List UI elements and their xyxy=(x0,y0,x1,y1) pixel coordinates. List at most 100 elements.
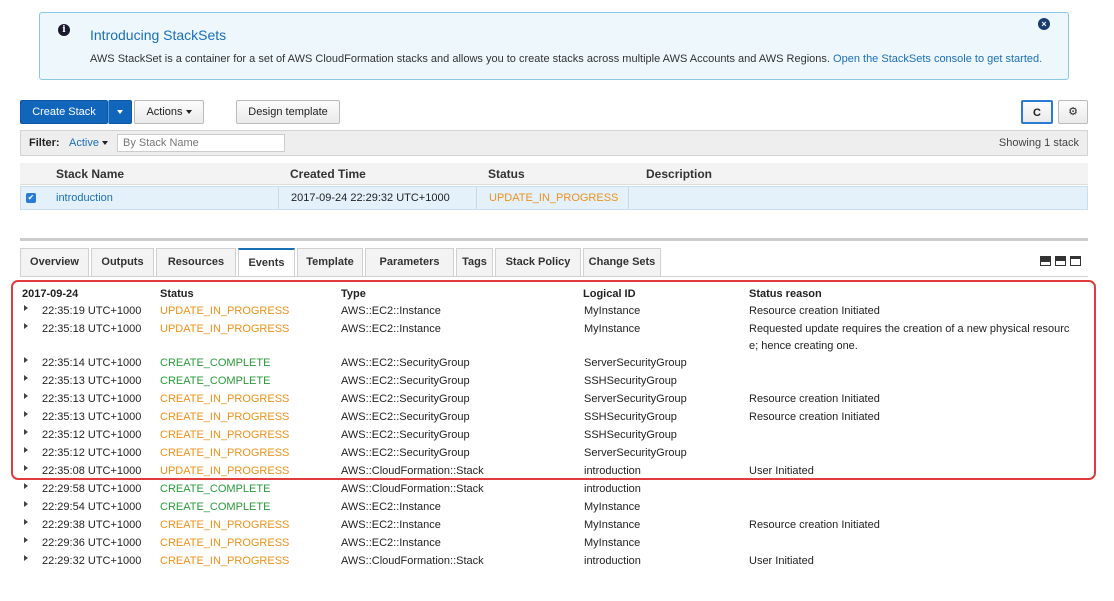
event-logical-id: introduction xyxy=(584,483,641,495)
banner-title: Introducing StackSets xyxy=(90,27,227,43)
event-time: 22:35:13 UTC+1000 xyxy=(42,411,142,423)
event-row[interactable]: 22:35:08 UTC+1000 UPDATE_IN_PROGRESS AWS::… xyxy=(20,465,1090,483)
event-row[interactable]: 22:35:18 UTC+1000 UPDATE_IN_PROGRESS AWS::… xyxy=(20,323,1090,352)
expand-caret-icon[interactable] xyxy=(24,537,28,543)
expand-caret-icon[interactable] xyxy=(24,323,28,329)
actions-label: Actions xyxy=(146,106,183,118)
stack-status: UPDATE_IN_PROGRESS xyxy=(477,187,629,209)
panel-bottom-icon[interactable] xyxy=(1040,256,1051,266)
event-row[interactable]: 22:35:13 UTC+1000 CREATE_COMPLETE AWS::EC2… xyxy=(20,375,1090,393)
filter-status-dropdown[interactable]: Active xyxy=(69,137,108,149)
panel-split-icon[interactable] xyxy=(1055,256,1066,266)
event-status: CREATE_IN_PROGRESS xyxy=(160,447,290,459)
tab-change-sets[interactable]: Change Sets xyxy=(583,248,661,276)
event-status: UPDATE_IN_PROGRESS xyxy=(160,323,290,335)
event-type: AWS::EC2::Instance xyxy=(341,519,441,531)
stack-name-link[interactable]: introduction xyxy=(43,187,279,209)
event-type: AWS::EC2::Instance xyxy=(341,323,441,335)
event-logical-id: SSHSecurityGroup xyxy=(584,375,677,387)
expand-caret-icon[interactable] xyxy=(24,447,28,453)
tab-parameters[interactable]: Parameters xyxy=(365,248,454,276)
expand-caret-icon[interactable] xyxy=(24,375,28,381)
stack-created-time: 2017-09-24 22:29:32 UTC+1000 xyxy=(279,187,477,209)
expand-caret-icon[interactable] xyxy=(24,411,28,417)
expand-caret-icon[interactable] xyxy=(24,501,28,507)
stacksets-console-link[interactable]: Open the StackSets console to get starte… xyxy=(833,53,1042,65)
expand-caret-icon[interactable] xyxy=(24,429,28,435)
event-time: 22:35:12 UTC+1000 xyxy=(42,429,142,441)
expand-caret-icon[interactable] xyxy=(24,555,28,561)
col-created-time[interactable]: Created Time xyxy=(290,167,366,181)
event-logical-id: introduction xyxy=(584,555,641,567)
tab-events[interactable]: Events xyxy=(238,248,295,276)
stacksets-banner: i Introducing StackSets AWS StackSet is … xyxy=(39,12,1069,80)
tab-overview[interactable]: Overview xyxy=(20,248,89,276)
event-time: 22:35:13 UTC+1000 xyxy=(42,393,142,405)
panel-resize-handle[interactable] xyxy=(20,238,1088,241)
event-row[interactable]: 22:35:12 UTC+1000 CREATE_IN_PROGRESS AWS::… xyxy=(20,429,1090,447)
tabs-divider xyxy=(20,276,1088,277)
chevron-down-icon xyxy=(117,110,123,115)
col-status[interactable]: Status xyxy=(488,167,525,181)
create-stack-button[interactable]: Create Stack xyxy=(20,100,108,124)
refresh-icon: C xyxy=(1033,107,1041,119)
event-row[interactable]: 22:29:36 UTC+1000 CREATE_IN_PROGRESS AWS::… xyxy=(20,537,1090,555)
expand-caret-icon[interactable] xyxy=(24,483,28,489)
event-row[interactable]: 22:29:54 UTC+1000 CREATE_COMPLETE AWS::EC2… xyxy=(20,501,1090,519)
event-status: CREATE_IN_PROGRESS xyxy=(160,537,290,549)
event-type: AWS::EC2::Instance xyxy=(341,537,441,549)
create-stack-label: Create Stack xyxy=(32,106,96,118)
gear-icon: ⚙ xyxy=(1068,106,1078,118)
event-row[interactable]: 22:35:13 UTC+1000 CREATE_IN_PROGRESS AWS::… xyxy=(20,411,1090,429)
settings-button[interactable]: ⚙ xyxy=(1058,100,1088,124)
tab-stack-policy[interactable]: Stack Policy xyxy=(495,248,581,276)
events-logical-id-header: Logical ID xyxy=(583,288,636,300)
event-reason: User Initiated xyxy=(749,555,814,567)
event-logical-id: ServerSecurityGroup xyxy=(584,393,687,405)
events-status-header: Status xyxy=(160,288,194,300)
expand-caret-icon[interactable] xyxy=(24,357,28,363)
panel-top-icon[interactable] xyxy=(1070,256,1081,266)
stack-name-filter-input[interactable] xyxy=(117,134,285,152)
event-row[interactable]: 22:29:32 UTC+1000 CREATE_IN_PROGRESS AWS::… xyxy=(20,555,1090,573)
event-row[interactable]: 22:35:19 UTC+1000 UPDATE_IN_PROGRESS AWS::… xyxy=(20,305,1090,323)
event-type: AWS::EC2::Instance xyxy=(341,501,441,513)
event-status: CREATE_IN_PROGRESS xyxy=(160,519,290,531)
event-status: UPDATE_IN_PROGRESS xyxy=(160,305,290,317)
tab-resources[interactable]: Resources xyxy=(156,248,236,276)
event-time: 22:29:54 UTC+1000 xyxy=(42,501,142,513)
expand-caret-icon[interactable] xyxy=(24,465,28,471)
event-row[interactable]: 22:35:12 UTC+1000 CREATE_IN_PROGRESS AWS::… xyxy=(20,447,1090,465)
expand-caret-icon[interactable] xyxy=(24,305,28,311)
create-stack-dropdown-button[interactable] xyxy=(108,100,132,124)
close-icon[interactable]: × xyxy=(1038,18,1050,30)
banner-text: AWS StackSet is a container for a set of… xyxy=(90,53,830,65)
event-row[interactable]: 22:29:58 UTC+1000 CREATE_COMPLETE AWS::Clo… xyxy=(20,483,1090,501)
refresh-button[interactable]: C xyxy=(1021,100,1053,124)
event-time: 22:29:38 UTC+1000 xyxy=(42,519,142,531)
event-time: 22:35:08 UTC+1000 xyxy=(42,465,142,477)
tab-tags[interactable]: Tags xyxy=(456,248,493,276)
tab-template[interactable]: Template xyxy=(297,248,363,276)
events-reason-header: Status reason xyxy=(749,288,822,300)
col-description[interactable]: Description xyxy=(646,167,712,181)
event-reason: Resource creation Initiated xyxy=(749,519,880,531)
expand-caret-icon[interactable] xyxy=(24,393,28,399)
event-row[interactable]: 22:29:38 UTC+1000 CREATE_IN_PROGRESS AWS::… xyxy=(20,519,1090,537)
event-type: AWS::EC2::SecurityGroup xyxy=(341,429,470,441)
tab-outputs[interactable]: Outputs xyxy=(91,248,154,276)
stacks-table-header: Stack Name Created Time Status Descripti… xyxy=(20,163,1088,185)
event-time: 22:35:18 UTC+1000 xyxy=(42,323,142,335)
event-row[interactable]: 22:35:14 UTC+1000 CREATE_COMPLETE AWS::EC2… xyxy=(20,357,1090,375)
banner-body: AWS StackSet is a container for a set of… xyxy=(90,53,1042,65)
event-row[interactable]: 22:35:13 UTC+1000 CREATE_IN_PROGRESS AWS::… xyxy=(20,393,1090,411)
event-logical-id: ServerSecurityGroup xyxy=(584,357,687,369)
stack-checkbox[interactable]: ✔ xyxy=(26,193,36,203)
event-time: 22:29:32 UTC+1000 xyxy=(42,555,142,567)
event-time: 22:35:19 UTC+1000 xyxy=(42,305,142,317)
design-template-button[interactable]: Design template xyxy=(236,100,340,124)
expand-caret-icon[interactable] xyxy=(24,519,28,525)
col-stack-name[interactable]: Stack Name xyxy=(56,167,124,181)
actions-button[interactable]: Actions xyxy=(134,100,204,124)
stack-row[interactable]: ✔ introduction 2017-09-24 22:29:32 UTC+1… xyxy=(20,186,1088,210)
